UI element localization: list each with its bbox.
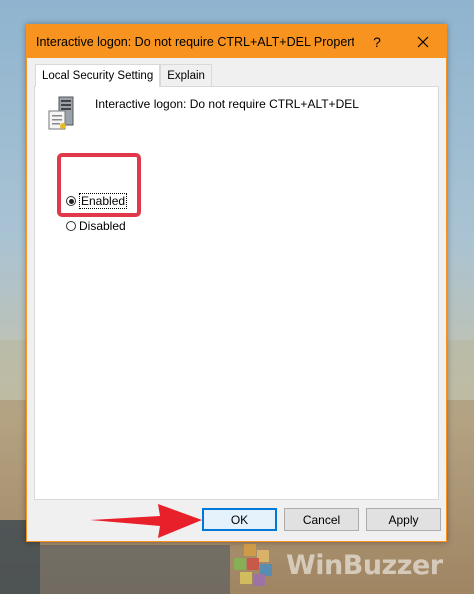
tab-strip: Local Security Setting Explain [35, 64, 212, 87]
close-icon [417, 36, 429, 47]
tab-explain[interactable]: Explain [160, 64, 212, 86]
title-bar[interactable]: Interactive logon: Do not require CTRL+A… [27, 25, 446, 58]
close-button[interactable] [400, 25, 446, 58]
tab-panel: Interactive logon: Do not require CTRL+A… [34, 86, 439, 500]
tab-local-security-setting[interactable]: Local Security Setting [35, 64, 161, 87]
help-button[interactable]: ? [362, 25, 392, 58]
properties-dialog: Interactive logon: Do not require CTRL+A… [26, 24, 447, 542]
tab-label: Local Security Setting [42, 70, 154, 82]
radio-selected-dot [68, 198, 74, 204]
button-label: Cancel [302, 512, 341, 527]
watermark-text: WinBuzzer [286, 549, 443, 581]
apply-button[interactable]: Apply [366, 508, 441, 531]
button-label: OK [230, 512, 249, 527]
watermark: WinBuzzer [230, 540, 470, 590]
annotation-arrow-icon [90, 504, 202, 538]
option-label: Disabled [79, 219, 126, 233]
dialog-title: Interactive logon: Do not require CTRL+A… [36, 34, 354, 49]
winbuzzer-logo-icon [234, 544, 272, 586]
button-label: Apply [388, 512, 419, 527]
tab-label: Explain [167, 69, 205, 82]
cancel-button[interactable]: Cancel [284, 508, 359, 531]
ok-button[interactable]: OK [202, 508, 277, 531]
policy-name: Interactive logon: Do not require CTRL+A… [95, 97, 359, 111]
option-enabled[interactable]: Enabled [66, 193, 128, 209]
option-label: Enabled [79, 193, 128, 209]
server-policy-icon [48, 96, 74, 130]
radio-disabled[interactable] [66, 221, 76, 231]
option-disabled[interactable]: Disabled [66, 219, 126, 233]
radio-enabled[interactable] [66, 196, 76, 206]
